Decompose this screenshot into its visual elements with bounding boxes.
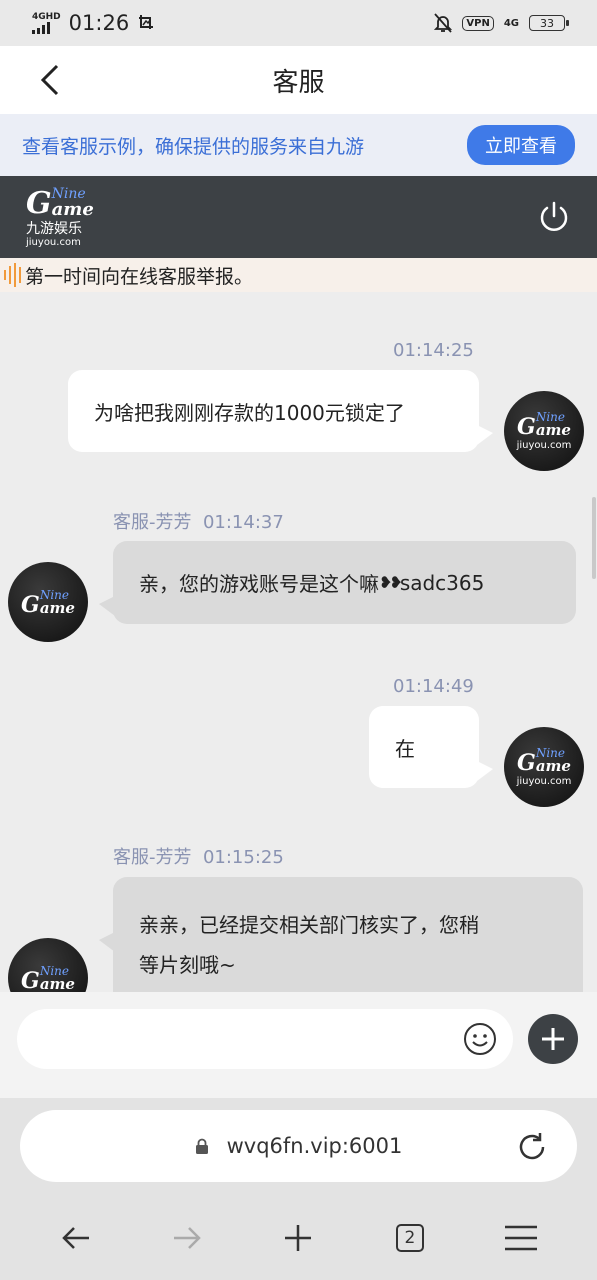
outgoing-message[interactable]: 在	[369, 706, 493, 788]
avatar-url: jiuyou.com	[516, 440, 572, 451]
chat-scrollbar[interactable]	[592, 497, 596, 579]
power-icon[interactable]	[537, 200, 571, 234]
message-text: 为啥把我刚刚存款的1000元锁定了	[94, 400, 405, 425]
back-button[interactable]	[30, 60, 70, 100]
message-text-line1: 亲亲，已经提交相关部门核实了，您稍	[139, 913, 479, 937]
message-sender: 客服-芳芳 01:14:37	[113, 508, 284, 534]
emoji-icon[interactable]	[463, 1022, 497, 1056]
browser-toolbar: wvq6fn.vip:6001 2	[0, 1098, 597, 1280]
lock-icon	[195, 1138, 208, 1154]
sender-name: 客服-芳芳	[113, 512, 192, 533]
view-now-button[interactable]: 立即查看	[467, 125, 575, 165]
message-input[interactable]	[17, 1009, 513, 1069]
message-time: 01:14:37	[202, 512, 284, 533]
avatar-ame: ame	[39, 598, 75, 617]
user-avatar[interactable]: G Nine ame jiuyou.com	[504, 391, 584, 471]
verification-notice: 查看客服示例，确保提供的服务来自九游 立即查看	[0, 114, 597, 176]
message-time: 01:14:25	[393, 340, 474, 361]
brand-logo: G Nine ame 九游娱乐 jiuyou.com	[26, 187, 94, 248]
logo-chinese-name: 九游娱乐	[26, 220, 82, 237]
marquee-text: 第一时间向在线客服举报。	[25, 265, 254, 288]
plus-icon	[285, 1225, 312, 1251]
message-sender: 客服-芳芳 01:15:25	[113, 843, 284, 869]
battery-icon: 33	[529, 15, 569, 31]
page-title: 客服	[272, 67, 325, 98]
logo-letter: G	[26, 185, 52, 221]
screen: 4GHD 01:26 VPN 4G 33 客服 查看客服示例，确保提供的服务来自…	[0, 0, 597, 1280]
status-bar: 4GHD 01:26 VPN 4G 33	[0, 0, 597, 46]
browser-back-button[interactable]	[56, 1218, 96, 1258]
logo-ame: ame	[51, 198, 94, 220]
reload-icon[interactable]	[515, 1130, 549, 1164]
clock: 01:26	[68, 11, 130, 35]
incoming-message[interactable]: 亲，您的游戏账号是这个嘛 ❥❥ sadc365	[99, 541, 576, 624]
hamburger-menu-icon	[505, 1225, 538, 1251]
agent-avatar[interactable]: G Nine ame	[8, 938, 88, 992]
network-label: 4GHD	[32, 11, 61, 22]
message-composer	[0, 992, 597, 1098]
vpn-badge: VPN	[462, 15, 494, 31]
message-text: 在	[395, 736, 415, 761]
browser-forward-button[interactable]	[167, 1218, 207, 1258]
notice-text: 查看客服示例，确保提供的服务来自九游	[22, 135, 365, 158]
battery-level: 33	[540, 16, 554, 30]
brand-bar: G Nine ame 九游娱乐 jiuyou.com	[0, 176, 597, 258]
avatar-url: jiuyou.com	[516, 776, 572, 787]
chat-messages[interactable]: 01:14:25 为啥把我刚刚存款的1000元锁定了 G Nine ame jiuy…	[0, 292, 597, 992]
mute-bell-icon	[434, 13, 453, 33]
sound-wave-icon	[4, 263, 21, 287]
message-time: 01:14:49	[393, 676, 474, 697]
message-text: 亲，您的游戏账号是这个嘛	[139, 572, 379, 596]
signal-icon	[32, 21, 50, 34]
logo-url: jiuyou.com	[26, 236, 81, 248]
menu-button[interactable]	[501, 1218, 541, 1258]
new-tab-button[interactable]	[278, 1218, 318, 1258]
screenshot-icon	[139, 15, 154, 29]
chevron-left-icon	[40, 64, 59, 96]
account-text: sadc365	[399, 570, 485, 595]
tabs-button[interactable]: 2	[390, 1218, 430, 1258]
browser-nav: 2	[0, 1212, 597, 1264]
message-text-line2: 等片刻哦~	[139, 953, 236, 977]
signal-indicator: 4GHD	[32, 11, 61, 34]
avatar-ame: ame	[39, 974, 75, 992]
announcement-marquee: 第一时间向在线客服举报。	[0, 258, 597, 292]
network-type: 4G	[503, 17, 519, 29]
add-attachment-button[interactable]	[528, 1014, 578, 1064]
arrow-left-icon	[61, 1227, 89, 1249]
plus-icon	[542, 1028, 564, 1050]
hearts-emoji: ❥❥	[379, 573, 403, 592]
incoming-message[interactable]: 亲亲，已经提交相关部门核实了，您稍 等片刻哦~	[99, 877, 583, 992]
agent-avatar[interactable]: G Nine ame	[8, 562, 88, 642]
address-bar[interactable]: wvq6fn.vip:6001	[20, 1110, 577, 1182]
outgoing-message[interactable]: 为啥把我刚刚存款的1000元锁定了	[68, 370, 493, 452]
url-text: wvq6fn.vip:6001	[226, 1134, 403, 1158]
message-time: 01:15:25	[202, 847, 284, 868]
avatar-ame: ame	[535, 421, 571, 439]
tab-count: 2	[395, 1224, 424, 1252]
avatar-ame: ame	[535, 757, 571, 775]
sender-name: 客服-芳芳	[113, 847, 192, 868]
title-bar: 客服	[0, 46, 597, 114]
arrow-right-icon	[174, 1227, 201, 1249]
user-avatar[interactable]: G Nine ame jiuyou.com	[504, 727, 584, 807]
